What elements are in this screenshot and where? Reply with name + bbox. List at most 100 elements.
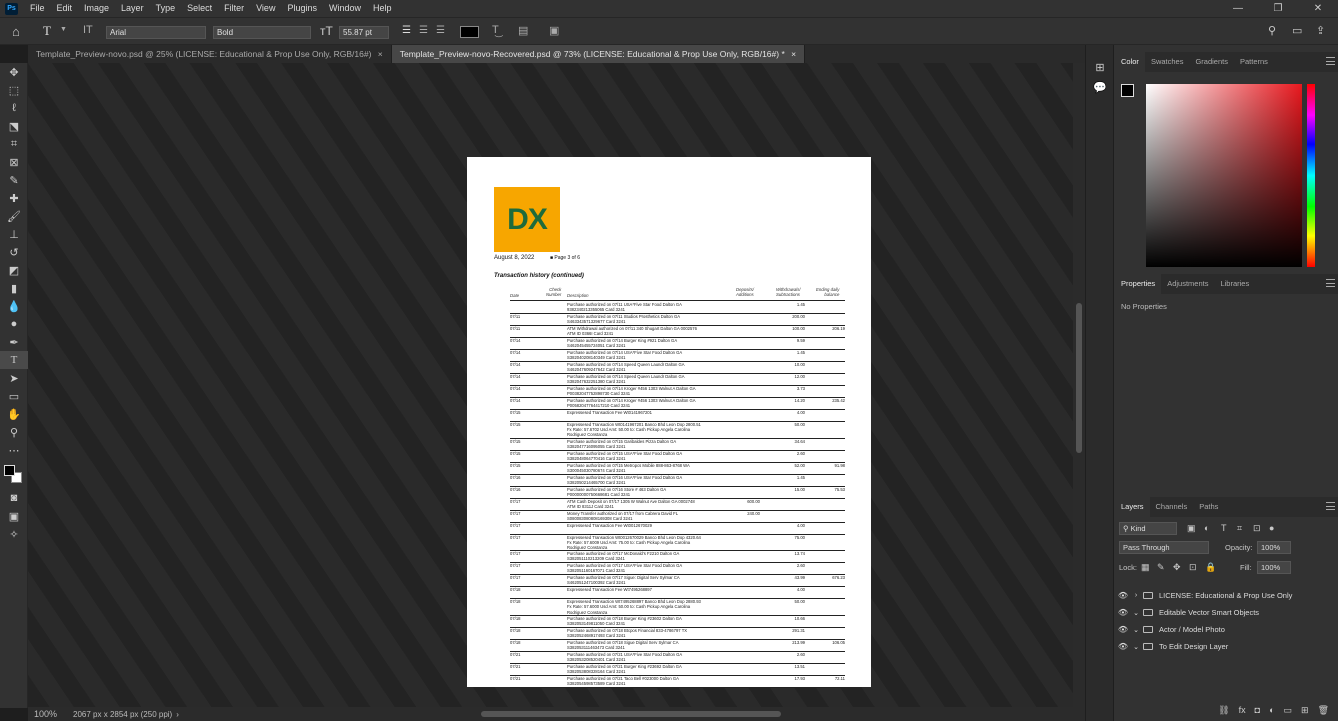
frame-tool-icon[interactable]: ⊠ [0, 153, 28, 171]
align-right-icon[interactable]: ☰ [436, 25, 445, 36]
menu-item-select[interactable]: Select [181, 0, 218, 17]
menu-item-filter[interactable]: Filter [218, 0, 250, 17]
lock-all-icon[interactable]: 🔒 [1205, 562, 1216, 573]
character-panel-icon[interactable]: ▤ [518, 24, 528, 37]
close-icon[interactable]: × [791, 49, 796, 59]
panel-menu-icon[interactable] [1326, 57, 1335, 65]
chevron-down-icon[interactable]: ⌄ [1131, 626, 1141, 634]
link-layers-icon[interactable]: ⛓ [1218, 705, 1229, 716]
filter-type-icon[interactable]: T [1221, 523, 1227, 533]
opacity-field[interactable]: 100% [1257, 541, 1291, 554]
brush-tool-icon[interactable]: 🖌 [0, 207, 28, 225]
tab-paths[interactable]: Paths [1193, 497, 1224, 517]
healing-brush-tool-icon[interactable]: ✚ [0, 189, 28, 207]
chevron-down-icon[interactable]: ⌄ [1131, 609, 1141, 617]
tab-gradients[interactable]: Gradients [1189, 52, 1234, 72]
share-icon[interactable]: ⇪ [1316, 24, 1325, 37]
layer-row[interactable]: 👁 ⌄ To Edit Design Layer [1115, 638, 1338, 655]
font-size-field[interactable]: 55.87 pt [339, 26, 389, 39]
history-icon[interactable]: ⊞ [1086, 57, 1114, 77]
canvas-area[interactable]: DX August 8, 2022 ■ Page 3 of 6 Transact… [28, 63, 1073, 707]
eyedropper-tool-icon[interactable]: ✎ [0, 171, 28, 189]
menu-item-image[interactable]: Image [78, 0, 115, 17]
fill-field[interactable]: 100% [1257, 561, 1291, 574]
align-center-icon[interactable]: ☰ [419, 25, 428, 36]
zoom-tool-icon[interactable]: ⚲ [0, 423, 28, 441]
visibility-eye-icon[interactable]: 👁 [1115, 642, 1131, 651]
chevron-right-icon[interactable]: › [1131, 592, 1141, 599]
lock-artboard-icon[interactable]: ⊡ [1189, 562, 1197, 573]
quick-mask-icon[interactable]: ◙ [0, 489, 28, 507]
lock-transparent-icon[interactable]: ▦ [1141, 562, 1150, 573]
tab-color[interactable]: Color [1115, 52, 1145, 72]
lock-image-icon[interactable]: ✎ [1157, 562, 1165, 573]
adjustment-layer-icon[interactable]: ◐ [1269, 705, 1274, 715]
filter-smart-object-icon[interactable]: ⊡ [1253, 523, 1261, 534]
close-icon[interactable]: × [378, 49, 383, 59]
tab-adjustments[interactable]: Adjustments [1161, 274, 1214, 294]
foreground-color-swatch[interactable] [4, 465, 15, 476]
font-family-select[interactable]: Arial [106, 26, 206, 39]
delete-layer-icon[interactable]: 🗑 [1318, 705, 1329, 716]
tab-properties[interactable]: Properties [1115, 274, 1162, 294]
screen-mode-icon[interactable]: ▣ [0, 507, 28, 525]
lock-position-icon[interactable]: ✥ [1173, 562, 1181, 573]
text-orientation-icon[interactable]: IT [83, 24, 93, 36]
home-icon[interactable]: ⌂ [12, 24, 20, 39]
chevron-down-icon[interactable]: ⌄ [1131, 643, 1141, 651]
tab-swatches[interactable]: Swatches [1145, 52, 1190, 72]
visibility-eye-icon[interactable]: 👁 [1115, 625, 1131, 634]
eraser-tool-icon[interactable]: ◩ [0, 261, 28, 279]
fx-icon[interactable]: fx [1239, 705, 1246, 715]
chevron-down-icon[interactable]: ▼ [60, 26, 67, 33]
filter-toggle-icon[interactable]: ● [1269, 523, 1274, 533]
pen-tool-icon[interactable]: ✒ [0, 333, 28, 351]
commit-icon[interactable]: ▣ [549, 24, 559, 37]
tab-libraries[interactable]: Libraries [1214, 274, 1255, 294]
minimize-button[interactable]: — [1218, 0, 1258, 17]
tab-template-preview[interactable]: Template_Preview-novo.psd @ 25% (LICENSE… [28, 45, 392, 63]
hue-slider[interactable] [1307, 84, 1315, 267]
zoom-level[interactable]: 100% [34, 709, 57, 719]
menu-item-view[interactable]: View [250, 0, 281, 17]
panel-menu-icon[interactable] [1326, 279, 1335, 287]
tab-layers[interactable]: Layers [1115, 497, 1150, 517]
search-icon[interactable]: ⚲ [1268, 24, 1276, 37]
panel-menu-icon[interactable] [1326, 502, 1335, 510]
rectangle-tool-icon[interactable]: ▭ [0, 387, 28, 405]
clone-stamp-tool-icon[interactable]: ⊥ [0, 225, 28, 243]
align-left-icon[interactable]: ☰ [402, 25, 411, 36]
type-tool-preset-icon[interactable]: T [43, 23, 51, 39]
blend-mode-select[interactable]: Pass Through [1119, 541, 1209, 554]
tab-patterns[interactable]: Patterns [1234, 52, 1274, 72]
new-layer-icon[interactable]: ⊞ [1301, 705, 1309, 716]
menu-item-file[interactable]: File [24, 0, 51, 17]
history-brush-tool-icon[interactable]: ↺ [0, 243, 28, 261]
scrollbar-thumb[interactable] [1076, 303, 1082, 453]
menu-item-help[interactable]: Help [367, 0, 398, 17]
dodge-tool-icon[interactable]: ● [0, 315, 28, 333]
tab-channels[interactable]: Channels [1150, 497, 1194, 517]
warp-text-icon[interactable]: T͜ [492, 24, 499, 36]
menu-item-window[interactable]: Window [323, 0, 367, 17]
status-chevron-icon[interactable]: › [176, 710, 179, 719]
visibility-eye-icon[interactable]: 👁 [1115, 608, 1131, 617]
filter-shape-icon[interactable]: ⌗ [1237, 523, 1242, 534]
color-swatches[interactable] [0, 459, 27, 489]
hand-tool-icon[interactable]: ✋ [0, 405, 28, 423]
menu-item-layer[interactable]: Layer [115, 0, 150, 17]
text-color-swatch[interactable] [460, 26, 479, 38]
type-tool-icon[interactable]: T [0, 351, 28, 369]
close-window-button[interactable]: ✕ [1298, 0, 1338, 17]
crop-tool-icon[interactable]: ⌗ [0, 135, 28, 153]
restore-button[interactable]: ❐ [1258, 0, 1298, 17]
horizontal-scrollbar-thumb[interactable] [481, 711, 781, 717]
marquee-tool-icon[interactable]: ⬚ [0, 81, 28, 99]
menu-item-type[interactable]: Type [150, 0, 182, 17]
filter-pixel-icon[interactable]: ▣ [1187, 523, 1196, 534]
lasso-tool-icon[interactable]: ℓ [0, 99, 28, 117]
path-selection-tool-icon[interactable]: ➤ [0, 369, 28, 387]
menu-item-edit[interactable]: Edit [51, 0, 79, 17]
object-selection-tool-icon[interactable]: ⬔ [0, 117, 28, 135]
visibility-eye-icon[interactable]: 👁 [1115, 591, 1131, 600]
